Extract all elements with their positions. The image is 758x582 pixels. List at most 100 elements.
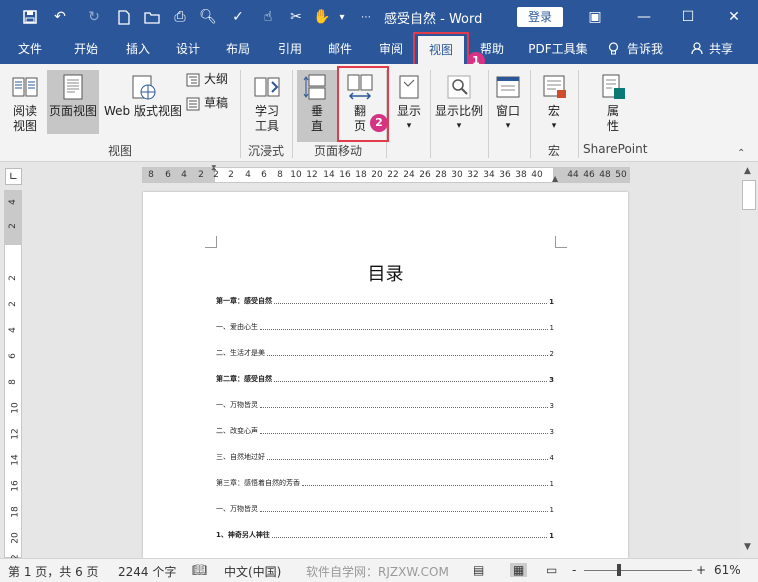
save-icon[interactable] [20,7,40,27]
dropdown-icon[interactable]: ▾ [332,7,352,27]
properties-button[interactable]: 属 性 [596,72,630,134]
print-preview-icon[interactable]: ⎙ [170,7,190,27]
vertical-scrollbar[interactable]: ▲ ▼ [740,162,758,558]
zoom-slider-thumb[interactable] [617,564,621,576]
scroll-up-icon[interactable]: ▲ [744,166,751,176]
tell-me-search[interactable]: 告诉我 [624,34,666,64]
toc-entry[interactable]: 一、万物皆灵 1 [216,502,554,514]
separator [488,70,489,158]
vertical-button[interactable]: 垂 直 [297,70,337,142]
undo-icon[interactable]: ↶ [50,7,70,27]
show-button[interactable]: 显示 ▾ [394,72,424,134]
right-indent-icon[interactable]: ▲ [552,174,558,183]
toc-entry[interactable]: 二、生活才是美 2 [216,346,554,358]
toc-entry[interactable]: 一、万物皆灵 3 [216,398,554,410]
toc-entry[interactable]: 三、自然地过好 4 [216,450,554,462]
find-icon[interactable]: 🔍︎ [198,7,218,27]
zoom-level[interactable]: 61% [714,563,741,577]
language[interactable]: 中文(中国) [224,563,281,580]
ruler-tick: 4 [7,327,18,333]
toc-entry[interactable]: 第二章：感受自然 3 [216,372,554,384]
tab-layout[interactable]: 布局 [218,34,258,64]
ruler-tick: 26 [419,170,431,180]
tab-home[interactable]: 开始 [64,34,108,64]
ribbon-display-icon[interactable]: ▣ [583,6,607,28]
page-info[interactable]: 第 1 页，共 6 页 [8,563,99,580]
print-layout-status-icon[interactable]: ▦ [510,563,528,577]
tab-pdf-tools[interactable]: PDF工具集 [526,34,590,64]
print-layout-icon [63,74,83,100]
lightbulb-icon[interactable] [606,34,620,64]
toc-entry-text: 三、自然地过好 [216,453,265,461]
toc-entry[interactable]: 1、神奇另人神往 1 [216,528,554,540]
share-user-icon[interactable] [690,34,704,64]
web-layout-status-icon[interactable]: ▭ [546,563,557,577]
scroll-down-icon[interactable]: ▼ [744,542,751,552]
share-button[interactable]: 共享 [706,34,736,64]
tab-file[interactable]: 文件 [10,34,50,64]
toc-leader [260,433,548,434]
ruler-tick: 2 [228,170,234,180]
ruler-tick: 2 [7,275,18,281]
toc-page-number: 1 [549,324,554,332]
outline-button[interactable]: 大纲 [186,72,228,87]
zoom-in-button[interactable]: + [696,563,706,577]
cut-icon[interactable]: ✂ [286,7,306,27]
touch-mode-icon[interactable]: ✋ [312,7,332,27]
toc-leader [267,355,548,356]
customize-icon[interactable]: ⋯ [356,7,376,27]
open-folder-icon[interactable] [142,7,162,27]
toc-leader [260,511,548,512]
learning-tools-button[interactable]: 学习 工具 [248,72,286,134]
tab-insert[interactable]: 插入 [118,34,158,64]
vertical-ruler[interactable]: 422246810121416182022 [4,190,22,566]
horizontal-ruler[interactable]: 8 6 4 2 2 2 4 6 8 10 12 14 16 18 20 22 24 26 28 30 32 34 36 38 4… [142,163,630,183]
toc-entry[interactable]: 一、爱由心生 1 [216,320,554,332]
ruler-tick: 6 [165,170,171,180]
close-button[interactable]: ✕ [722,6,746,28]
chevron-down-icon: ▾ [406,121,412,131]
indent-marker-icon[interactable]: ⧗ [211,163,220,189]
zoom-out-button[interactable]: - [572,563,576,577]
scroll-thumb[interactable] [742,180,756,210]
ruler-tick: 14 [323,170,335,180]
macros-button[interactable]: 宏 ▾ [537,72,571,134]
toc-entry[interactable]: 第一章：感受自然 1 [216,294,554,306]
tab-design[interactable]: 设计 [168,34,208,64]
macros-group-label: 宏 [548,144,561,158]
tab-references[interactable]: 引用 [270,34,310,64]
tab-mailings[interactable]: 邮件 [320,34,360,64]
collapse-ribbon-icon[interactable]: ⌃ [737,148,745,159]
read-mode-status-icon[interactable]: ▤ [473,563,484,577]
toc-leader [274,381,548,382]
proofing-icon[interactable]: 📖︎ [192,563,207,577]
toc-page-number: 1 [549,506,554,514]
print-layout-button[interactable]: 页面视图 [47,70,99,134]
new-doc-icon[interactable] [114,7,134,27]
step-badge-2: 2 [370,114,388,132]
ruler-tick: 48 [599,170,611,180]
touch-icon[interactable]: ☝ [258,7,278,27]
ruler-tick: 12 [10,428,21,440]
login-button[interactable]: 登录 [517,7,563,27]
ruler-tick: 50 [615,170,627,180]
redo-icon[interactable]: ↻ [84,7,104,27]
tab-selector[interactable]: ∟ [5,168,22,185]
maximize-button[interactable]: ☐ [676,6,700,28]
toc-page-number: 2 [549,350,554,358]
tab-review[interactable]: 审阅 [371,34,411,64]
minimize-button[interactable]: — [632,6,656,28]
toc-entry[interactable]: 第三章：感悟着自然的芳香 1 [216,476,554,488]
zoom-button[interactable]: 显示比例 ▾ [432,72,486,134]
ruler-tick: 24 [403,170,415,180]
read-mode-button[interactable]: 阅读 视图 [6,72,44,134]
ruler-tick: 8 [277,170,283,180]
spelling-icon[interactable]: ✓ [228,7,248,27]
zoom-slider[interactable] [584,570,692,571]
toc-entry[interactable]: 二、改变心声 3 [216,424,554,436]
web-layout-button[interactable]: Web 版式视图 [101,72,185,119]
word-count[interactable]: 2244 个字 [118,563,176,580]
document-page[interactable]: 目录 第一章：感受自然 1 一、爱由心生 1 二、生活才是美 2 第二章：感受自然 3 一、万物… [143,192,628,558]
draft-button[interactable]: 草稿 [186,96,228,111]
window-button[interactable]: 窗口 ▾ [492,72,524,134]
